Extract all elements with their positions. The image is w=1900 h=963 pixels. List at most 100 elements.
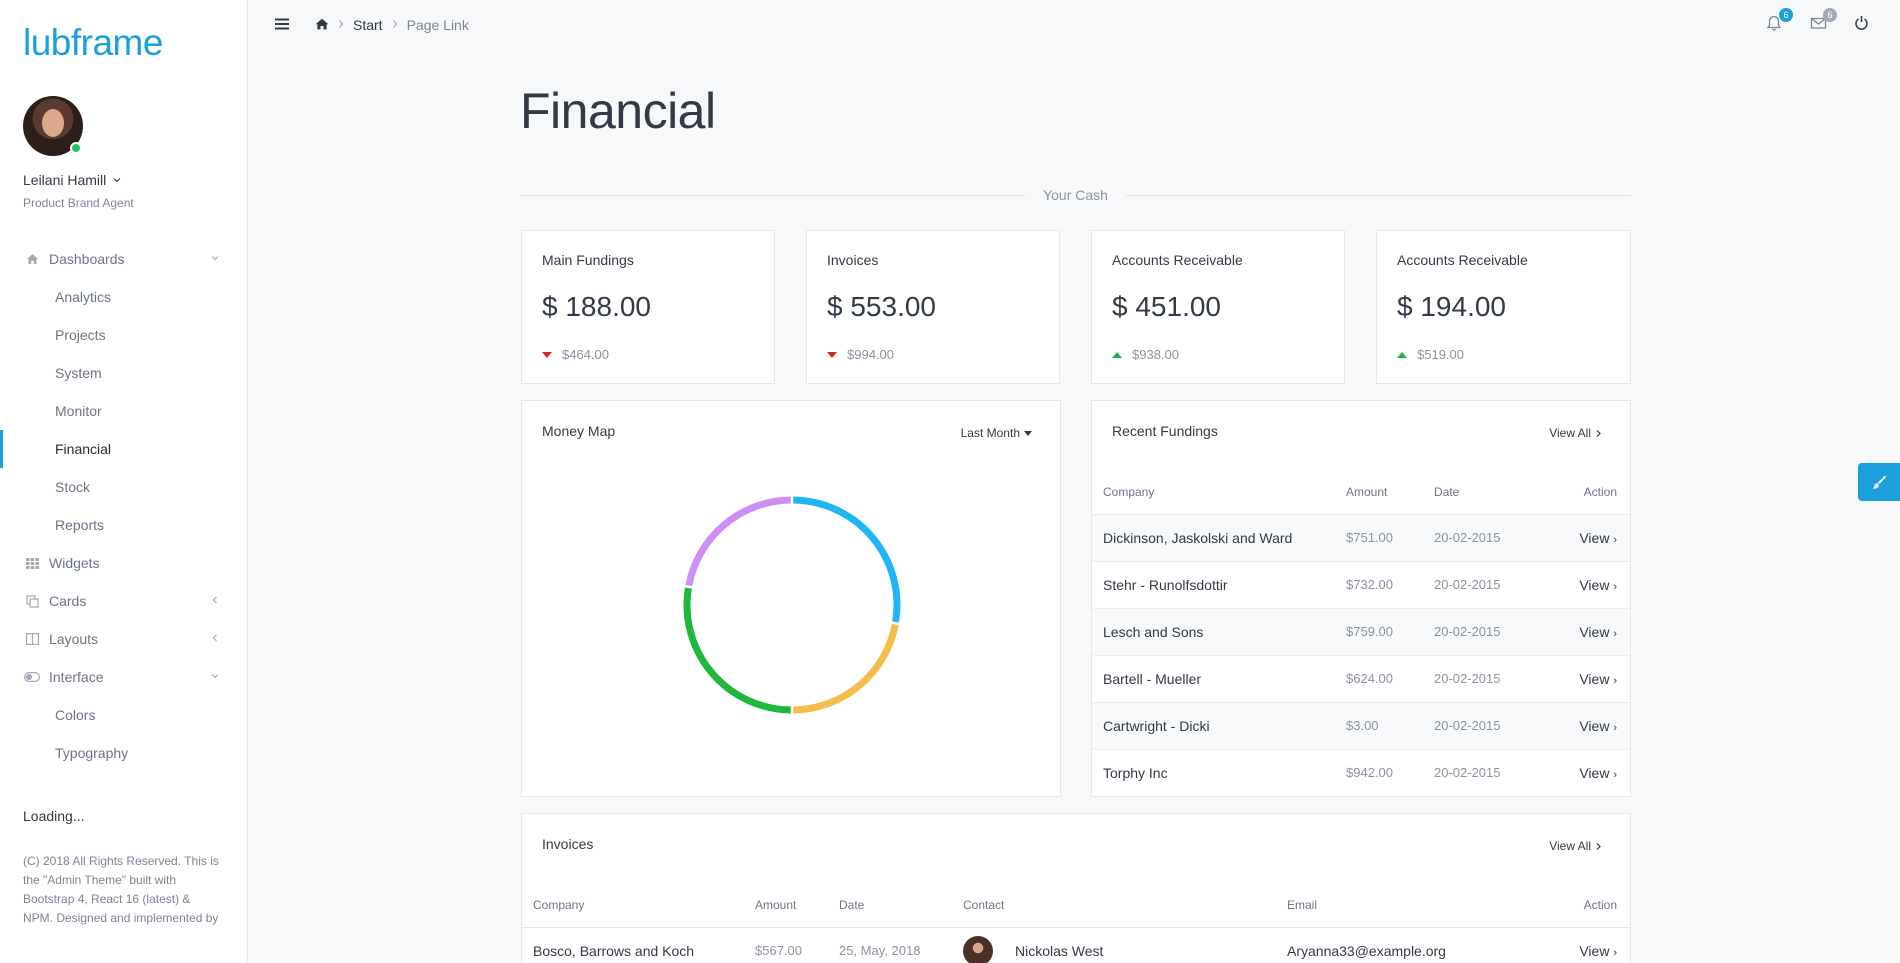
donut-slice-0[interactable] (793, 496, 901, 623)
chevron-right-icon (1596, 429, 1601, 437)
logout-button[interactable] (1854, 15, 1872, 33)
theme-settings-button[interactable] (1858, 463, 1900, 501)
menu-toggle-icon[interactable] (275, 17, 289, 35)
recent-fundings-card: Recent Fundings View All Company Amount … (1091, 400, 1631, 797)
invoices-table: Company Amount Date Contact Email Action… (522, 883, 1630, 963)
chevron-right-icon: › (1613, 674, 1617, 687)
header-actions: 6 6 (1766, 8, 1872, 33)
table-row: Bosco, Barrows and Koch $567.00 25, May,… (522, 927, 1630, 963)
view-link-label: View (1579, 623, 1610, 640)
view-link-label: View (1579, 717, 1610, 734)
stat-change-value: $464.00 (562, 347, 609, 362)
sidebar-item-monitor[interactable]: Monitor (0, 392, 248, 430)
user-name: Leilani Hamill (23, 172, 107, 188)
donut-slice-1[interactable] (793, 623, 899, 714)
view-link-label: View (1579, 529, 1610, 546)
breadcrumb-start[interactable]: Start (353, 17, 383, 33)
arrow-up-icon (1397, 351, 1407, 358)
amount-cell: $3.00 (1346, 702, 1434, 750)
grid-icon (24, 557, 40, 569)
column-header: Date (839, 883, 963, 928)
column-header: Amount (755, 883, 839, 928)
stat-card-accounts-receivable: Accounts Receivable $ 451.00 $938.00 (1091, 230, 1345, 384)
stat-card-main-fundings: Main Fundings $ 188.00 $464.00 (521, 230, 775, 384)
amount-cell: $732.00 (1346, 561, 1434, 609)
sidebar-item-colors[interactable]: Colors (0, 696, 248, 734)
notifications-button[interactable]: 6 (1766, 8, 1793, 33)
company-cell: Cartwright - Dicki (1092, 702, 1346, 750)
sidebar-item-system[interactable]: System (0, 354, 248, 392)
home-icon[interactable] (315, 18, 329, 33)
chevron-right-icon: › (1613, 768, 1617, 781)
column-header: Company (1092, 470, 1346, 515)
recent-fundings-view-all[interactable]: View All (1549, 426, 1602, 440)
brand-logo[interactable]: lubframe (23, 22, 163, 64)
view-all-label: View All (1549, 426, 1591, 440)
user-avatar[interactable] (23, 96, 83, 156)
table-row: Cartwright - Dicki $3.00 20-02-2015 View… (1092, 702, 1630, 750)
toggle-icon (24, 672, 40, 682)
company-cell: Torphy Inc (1103, 764, 1168, 781)
chevron-right-icon: › (1613, 627, 1617, 640)
sidebar-item-layouts[interactable]: Layouts (0, 620, 248, 658)
section-divider: Your Cash (520, 186, 1632, 204)
sidebar-item-label: Monitor (55, 403, 102, 419)
stat-change: $994.00 (827, 347, 894, 362)
section-label: Your Cash (1043, 187, 1108, 203)
stat-change: $519.00 (1397, 347, 1464, 362)
donut-slice-3[interactable] (685, 496, 791, 587)
sidebar-item-label: Cards (49, 593, 87, 609)
amount-cell: $567.00 (755, 927, 839, 963)
sidebar-item-analytics[interactable]: Analytics (0, 278, 248, 316)
breadcrumb-page-link[interactable]: Page Link (407, 17, 469, 33)
messages-button[interactable]: 6 (1810, 8, 1837, 33)
view-link-label: View (1579, 764, 1610, 781)
stat-title: Accounts Receivable (1112, 252, 1243, 268)
view-link[interactable]: View › (1547, 927, 1630, 963)
view-link-label: View (1579, 942, 1610, 959)
view-link[interactable]: View › (1546, 561, 1630, 609)
table-header-row: Company Amount Date Contact Email Action (522, 883, 1630, 928)
stat-change: $938.00 (1112, 347, 1179, 362)
sidebar-item-typography[interactable]: Typography (0, 734, 248, 772)
table-header-row: Company Amount Date Action (1092, 470, 1630, 515)
view-link[interactable]: View › (1546, 514, 1630, 562)
sidebar-item-interface[interactable]: Interface (0, 658, 248, 696)
sidebar-item-label: Widgets (49, 555, 100, 571)
sidebar-item-widgets[interactable]: Widgets (0, 544, 248, 582)
paint-brush-icon (1872, 475, 1886, 489)
contact-avatar (963, 935, 993, 963)
amount-cell: $759.00 (1346, 608, 1434, 656)
view-link-label: View (1579, 576, 1610, 593)
view-link[interactable]: View › (1546, 655, 1630, 703)
sidebar-item-cards[interactable]: Cards (0, 582, 248, 620)
invoices-view-all[interactable]: View All (1549, 839, 1602, 853)
view-link[interactable]: View › (1546, 702, 1630, 750)
column-header: Email (1287, 883, 1548, 928)
company-cell: Bosco, Barrows and Koch (522, 927, 755, 963)
table-row: Lesch and Sons $759.00 20-02-2015 View › (1092, 608, 1630, 656)
date-cell: 20-02-2015 (1434, 655, 1546, 703)
sidebar-item-label: Analytics (55, 289, 112, 305)
sidebar-item-stock[interactable]: Stock (0, 468, 248, 506)
amount-cell: $751.00 (1346, 514, 1434, 562)
donut-slice-2[interactable] (683, 587, 791, 714)
sidebar-item-reports[interactable]: Reports (0, 506, 248, 544)
sidebar-item-label: Reports (55, 517, 105, 533)
sidebar-item-label: Typography (55, 745, 129, 761)
user-menu-toggle[interactable]: Leilani Hamill (23, 172, 122, 188)
sidebar-item-financial[interactable]: Financial (0, 430, 248, 468)
messages-badge: 6 (1823, 8, 1837, 22)
chevron-down-icon (210, 671, 220, 684)
stat-card-accounts-receivable-2: Accounts Receivable $ 194.00 $519.00 (1376, 230, 1631, 384)
top-navbar: Start Page Link 6 6 (248, 0, 1900, 52)
stat-change: $464.00 (542, 347, 609, 362)
view-link[interactable]: View › (1546, 608, 1630, 656)
stat-change-value: $938.00 (1132, 347, 1179, 362)
sidebar-item-dashboards[interactable]: Dashboards (0, 240, 248, 278)
sidebar-item-projects[interactable]: Projects (0, 316, 248, 354)
copy-icon (24, 594, 40, 608)
chevron-down-icon (210, 253, 220, 266)
stat-value: $ 553.00 (827, 291, 936, 322)
view-link[interactable]: View › (1546, 749, 1630, 796)
